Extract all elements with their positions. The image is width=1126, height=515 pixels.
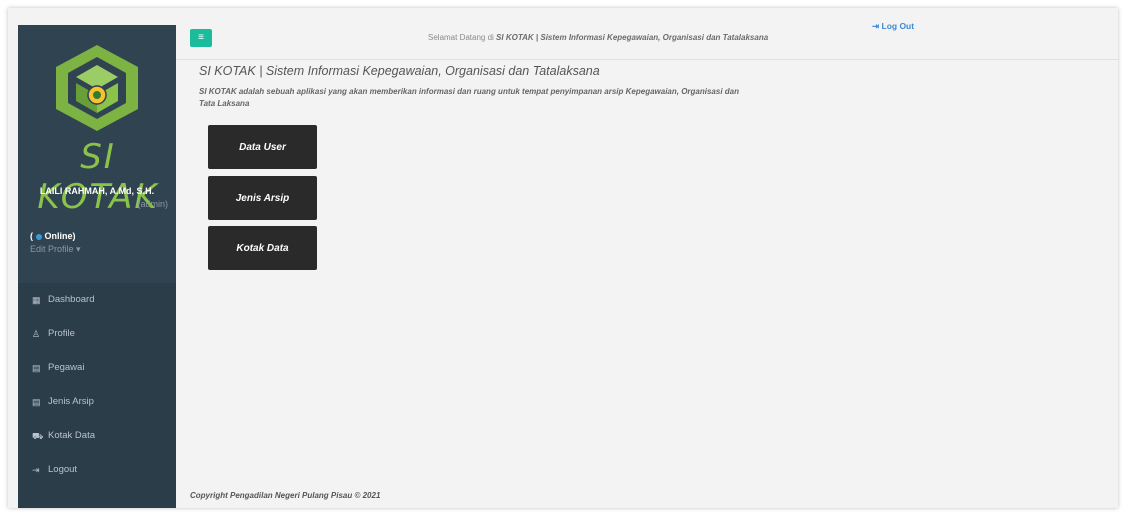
user-role: (admin) [137, 199, 168, 209]
sidebar-item-label: Jenis Arsip [48, 396, 94, 407]
app-logo-icon [56, 45, 138, 131]
page-title: SI KOTAK | Sistem Informasi Kepegawaian,… [199, 64, 600, 78]
edit-profile-label: Edit Profile [30, 244, 74, 254]
signout-icon: ⇥ [872, 21, 880, 31]
cart-icon: ⛟ [32, 431, 44, 441]
hamburger-icon: ≡ [198, 32, 204, 43]
status-label: Online) [44, 231, 76, 241]
tile-label: Jenis Arsip [235, 192, 290, 204]
grid-icon: ▦ [32, 295, 41, 305]
data-user-button[interactable]: Data User [208, 125, 317, 169]
edit-profile-dropdown[interactable]: Edit Profile ▾ [30, 244, 81, 255]
sidebar-item-jenis-arsip[interactable]: ▤ Jenis Arsip [18, 385, 176, 419]
online-dot-icon [35, 233, 42, 240]
page-description: SI KOTAK adalah sebuah aplikasi yang aka… [199, 87, 739, 108]
signout-icon: ⇥ [32, 465, 40, 475]
sidebar-item-dashboard[interactable]: ▦ Dashboard [18, 283, 176, 317]
table-icon: ▤ [32, 397, 41, 407]
sidebar-item-profile[interactable]: ♙ Profile [18, 317, 176, 351]
sidebar-item-label: Profile [48, 328, 75, 339]
welcome-app-name: SI KOTAK | Sistem Informasi Kepegawaian,… [496, 33, 769, 42]
footer-copyright: Copyright Pengadilan Negeri Pulang Pisau… [190, 491, 381, 500]
sidebar-item-logout[interactable]: ⇥ Logout [18, 453, 176, 487]
welcome-prefix: Selamat Datang di [428, 33, 497, 42]
top-navbar: ≡ Selamat Datang di SI KOTAK | Sistem In… [176, 21, 1118, 60]
caret-down-icon: ▾ [76, 244, 81, 254]
menu-toggle-button[interactable]: ≡ [190, 29, 212, 47]
sidebar-item-label: Kotak Data [48, 430, 95, 441]
sidebar: SI KOTAK LAILI RAHMAH, A.Md, S.H. (admin… [18, 25, 176, 508]
table-icon: ▤ [32, 363, 41, 373]
logout-label: Log Out [881, 21, 915, 31]
online-status: ( Online) [30, 231, 76, 241]
logout-link[interactable]: ⇥ Log Out [872, 21, 914, 32]
tile-label: Data User [239, 141, 286, 153]
user-icon: ♙ [32, 329, 41, 339]
welcome-text: Selamat Datang di SI KOTAK | Sistem Info… [428, 33, 768, 42]
jenis-arsip-button[interactable]: Jenis Arsip [208, 176, 317, 220]
kotak-data-button[interactable]: Kotak Data [208, 226, 317, 270]
sidebar-menu: ▦ Dashboard ♙ Profile ▤ Pegawai ▤ Jenis … [18, 283, 176, 487]
tile-label: Kotak Data [236, 242, 289, 254]
sidebar-item-kotak-data[interactable]: ⛟ Kotak Data [18, 419, 176, 453]
sidebar-item-label: Pegawai [48, 362, 85, 373]
status-open-paren: ( [30, 231, 33, 241]
sidebar-item-label: Dashboard [48, 294, 95, 305]
sidebar-item-pegawai[interactable]: ▤ Pegawai [18, 351, 176, 385]
sidebar-item-label: Logout [48, 464, 78, 475]
user-name: LAILI RAHMAH, A.Md, S.H. [39, 186, 155, 196]
sidebar-profile-panel: SI KOTAK LAILI RAHMAH, A.Md, S.H. (admin… [18, 25, 176, 283]
